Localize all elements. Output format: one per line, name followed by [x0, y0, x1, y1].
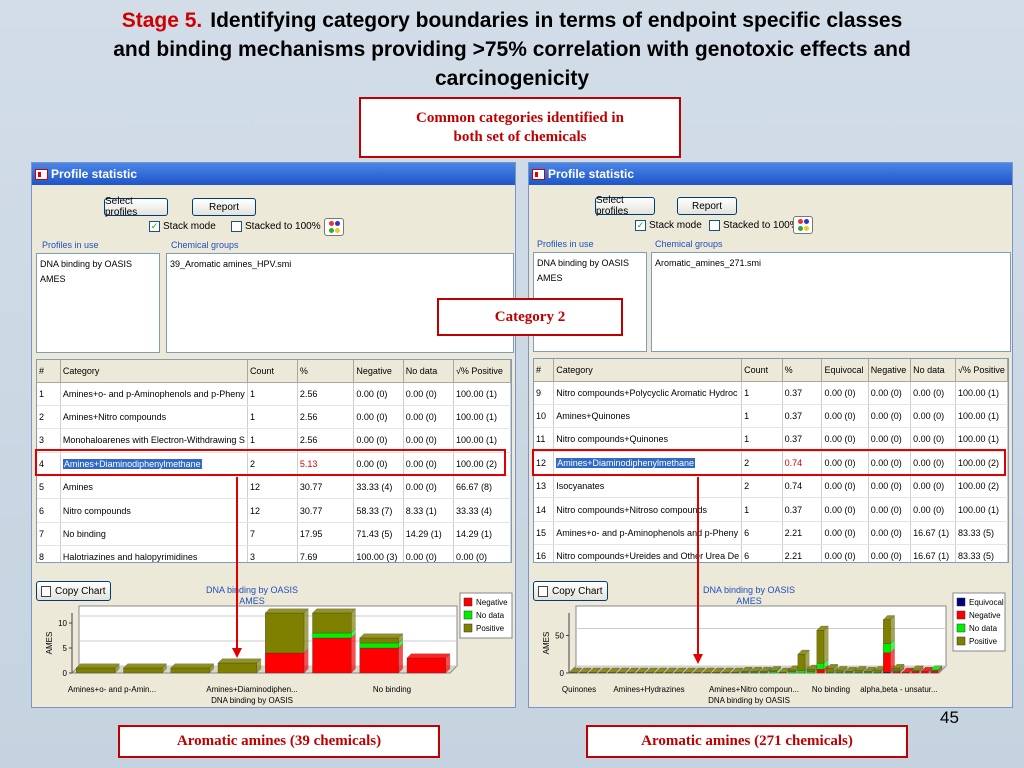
page-number: 45: [940, 708, 959, 727]
annotation-arrows: [232, 477, 703, 664]
right-arrowhead: [693, 654, 703, 664]
left-arrowhead: [232, 648, 242, 658]
category-2-callout: Category 2: [437, 298, 623, 336]
right-caption: Aromatic amines (271 chemicals): [586, 725, 908, 758]
left-caption: Aromatic amines (39 chemicals): [118, 725, 440, 758]
